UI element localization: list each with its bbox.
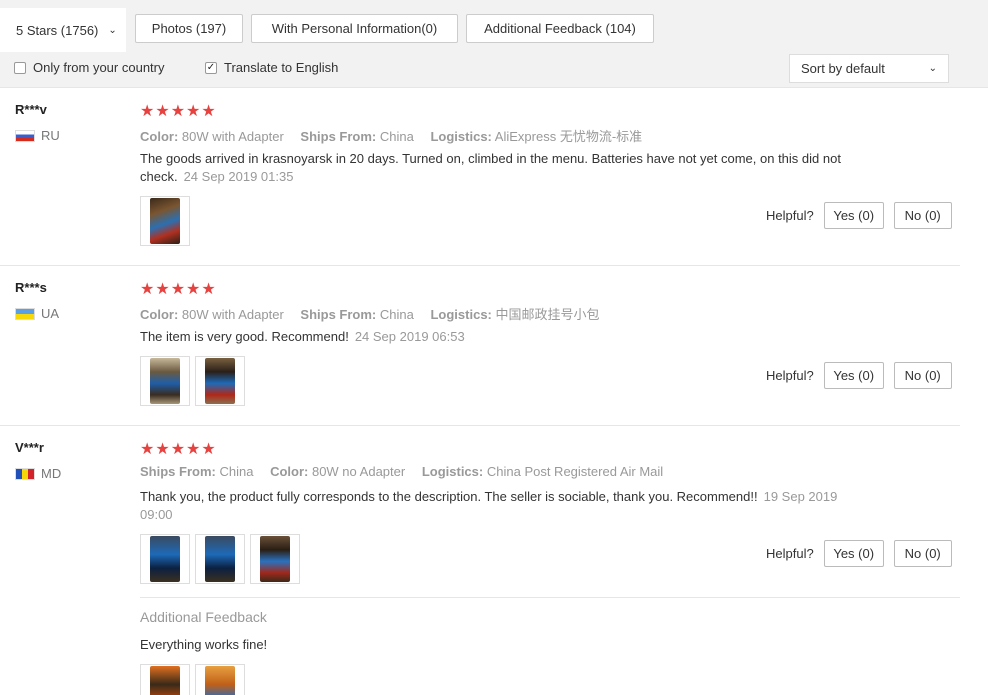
helpful-no-button[interactable]: No (0)	[893, 540, 952, 567]
attr-key: Logistics:	[421, 464, 484, 479]
sort-select-label: Sort by default	[801, 61, 885, 76]
additional-feedback-photos	[140, 664, 250, 695]
country-code: RU	[41, 128, 60, 143]
chevron-down-icon: ⌄	[108, 24, 117, 36]
review-body: The item is very good. Recommend!	[140, 329, 349, 344]
helpful-section: Helpful? Yes (0) No (0)	[766, 362, 952, 389]
attr-key: Color:	[140, 129, 179, 144]
only-country-label: Only from your country	[33, 60, 165, 75]
attr-key: Ships From:	[300, 129, 377, 144]
attr-key: Color:	[140, 307, 179, 322]
filter-bar: 5 Stars (1756) ⌄ Photos (197) With Perso…	[0, 0, 988, 88]
additional-feedback-divider	[140, 597, 960, 598]
review-attributes: Color: 80W with Adapter Ships From: Chin…	[140, 126, 655, 145]
star-rating: ★★★★★	[140, 281, 217, 298]
attr-value: 80W with Adapter	[181, 307, 284, 322]
attr-key: Logistics:	[430, 307, 492, 322]
personal-info-filter-button[interactable]: With Personal Information(0)	[251, 14, 458, 43]
star-rating-select[interactable]: 5 Stars (1756) ⌄	[0, 8, 126, 52]
only-country-option[interactable]: Only from your country	[14, 60, 165, 75]
review-photo-thumb[interactable]	[250, 534, 300, 584]
review-attributes: Ships From: China Color: 80W no Adapter …	[140, 464, 676, 479]
helpful-no-button[interactable]: No (0)	[893, 202, 952, 229]
flag-ua-icon	[15, 307, 35, 320]
additional-feedback-text: Everything works fine!	[140, 637, 268, 652]
review-text: The goods arrived in krasnoyarsk in 20 d…	[140, 150, 860, 186]
review-photo-thumb[interactable]	[140, 534, 190, 584]
only-country-checkbox[interactable]	[14, 61, 26, 74]
attr-key: Ships From:	[300, 307, 377, 322]
review-text: The item is very good. Recommend! 24 Sep …	[140, 328, 860, 346]
helpful-yes-button[interactable]: Yes (0)	[823, 202, 884, 229]
review-date: 24 Sep 2019 06:53	[354, 329, 465, 344]
review-date: 24 Sep 2019 01:35	[183, 169, 294, 184]
attr-value: China	[379, 307, 414, 322]
review-photo-thumb[interactable]	[140, 356, 190, 406]
attr-key: Logistics:	[430, 129, 492, 144]
flag-md-icon	[15, 467, 35, 480]
review-photo-thumb[interactable]	[195, 356, 245, 406]
review-photos	[140, 196, 195, 246]
attr-value: China Post Registered Air Mail	[486, 464, 664, 479]
review-attributes: Color: 80W with Adapter Ships From: Chin…	[140, 304, 613, 323]
helpful-section: Helpful? Yes (0) No (0)	[766, 202, 952, 229]
helpful-yes-button[interactable]: Yes (0)	[823, 362, 884, 389]
helpful-label: Helpful?	[766, 546, 814, 561]
attr-value: AliExpress 无忧物流-标准	[494, 129, 643, 144]
review-photo-thumb[interactable]	[195, 534, 245, 584]
helpful-yes-button[interactable]: Yes (0)	[823, 540, 884, 567]
chevron-down-icon: ⌄	[928, 63, 937, 74]
attr-key: Ships From:	[140, 464, 216, 479]
reviewer-name: R***v	[15, 102, 47, 117]
reviewer-name: V***r	[15, 440, 44, 455]
translate-label: Translate to English	[224, 60, 339, 75]
star-rating-select-label: 5 Stars (1756)	[16, 22, 99, 38]
attr-key: Color:	[270, 464, 309, 479]
helpful-no-button[interactable]: No (0)	[893, 362, 952, 389]
sort-select[interactable]: Sort by default ⌄	[789, 54, 949, 83]
helpful-section: Helpful? Yes (0) No (0)	[766, 540, 952, 567]
helpful-label: Helpful?	[766, 368, 814, 383]
attr-value: China	[379, 129, 414, 144]
review-photo-thumb[interactable]	[140, 196, 190, 246]
flag-ru-icon	[15, 129, 35, 142]
review-text: Thank you, the product fully corresponds…	[140, 488, 840, 524]
review-item: V***r MD ★★★★★ Ships From: China Color: …	[0, 426, 960, 695]
reviewer-country: MD	[15, 466, 61, 481]
review-item: R***s UA ★★★★★ Color: 80W with Adapter S…	[0, 266, 960, 426]
photos-filter-button[interactable]: Photos (197)	[135, 14, 243, 43]
additional-feedback-filter-button[interactable]: Additional Feedback (104)	[466, 14, 654, 43]
review-photo-thumb[interactable]	[195, 664, 245, 695]
attr-value: 80W no Adapter	[311, 464, 406, 479]
star-rating: ★★★★★	[140, 441, 217, 458]
attr-value: 中国邮政挂号小包	[495, 307, 600, 322]
translate-checkbox[interactable]: ✓	[205, 61, 217, 74]
review-photos	[140, 356, 250, 406]
country-code: MD	[41, 466, 62, 481]
attr-value: China	[219, 464, 254, 479]
review-photo-thumb[interactable]	[140, 664, 190, 695]
country-code: UA	[41, 306, 60, 321]
star-rating: ★★★★★	[140, 103, 217, 120]
reviewer-name: R***s	[15, 280, 47, 295]
attr-value: 80W with Adapter	[181, 129, 284, 144]
reviewer-country: UA	[15, 306, 59, 321]
review-item: R***v RU ★★★★★ Color: 80W with Adapter S…	[0, 88, 960, 266]
helpful-label: Helpful?	[766, 208, 814, 223]
reviewer-country: RU	[15, 128, 60, 143]
review-body: Thank you, the product fully corresponds…	[140, 489, 758, 504]
additional-feedback-title: Additional Feedback	[140, 609, 267, 625]
translate-option[interactable]: ✓ Translate to English	[205, 60, 338, 75]
review-photos	[140, 534, 305, 584]
